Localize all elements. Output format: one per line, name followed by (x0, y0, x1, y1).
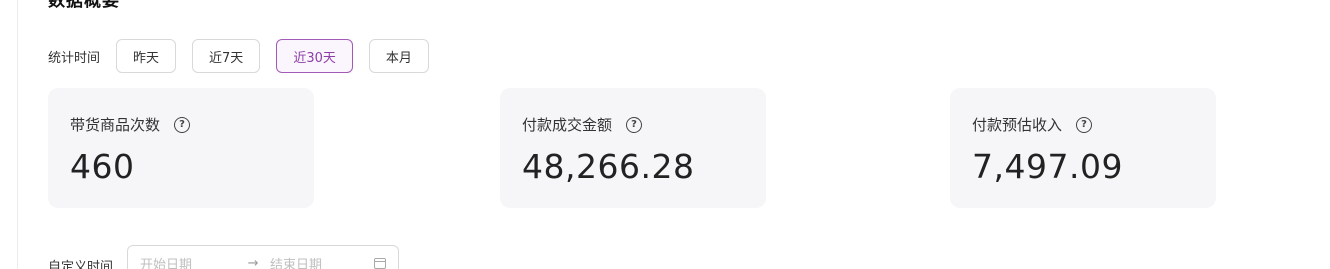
date-range-picker[interactable]: 开始日期 → 结束日期 (127, 245, 400, 269)
calendar-icon[interactable] (374, 257, 387, 269)
stat-card-value: 7,497.09 (972, 147, 1123, 186)
stat-card-value: 48,266.28 (522, 147, 695, 186)
tab-this-month[interactable]: 本月 (368, 39, 429, 73)
range-separator: → (247, 255, 259, 269)
stat-card-title: 带货商品次数 ? (70, 114, 292, 135)
left-divider (17, 0, 18, 269)
stat-card-estimated-income: 付款预估收入 ? 7,497.09 (950, 88, 1216, 208)
start-date-input[interactable]: 开始日期 (140, 254, 236, 269)
tab-last-7-days[interactable]: 近7天 (192, 39, 261, 73)
question-circle-icon[interactable]: ? (174, 116, 191, 133)
time-filter-label: 统计时间 (48, 50, 101, 66)
stat-card-title: 付款预估收入 ? (972, 114, 1194, 135)
stat-card-title: 付款成交金额 ? (522, 114, 744, 135)
custom-time-row: 自定义时间 开始日期 → 结束日期 (48, 245, 400, 269)
page: 数据概要 统计时间 昨天 近7天 近30天 本月 带货商品次数 ? 460 付款… (0, 0, 1330, 269)
question-circle-icon[interactable]: ? (626, 116, 643, 133)
stat-card-paid-amount: 付款成交金额 ? 48,266.28 (500, 88, 766, 208)
tab-yesterday[interactable]: 昨天 (116, 39, 177, 73)
stat-card-value: 460 (70, 147, 135, 186)
stat-card-label: 带货商品次数 (70, 116, 161, 134)
stat-card-label: 付款成交金额 (522, 116, 613, 134)
section-title: 数据概要 (48, 0, 120, 11)
tab-last-30-days[interactable]: 近30天 (276, 39, 353, 73)
custom-time-label: 自定义时间 (48, 260, 114, 269)
stat-card-product-count: 带货商品次数 ? 460 (48, 88, 314, 208)
time-filter-row: 统计时间 昨天 近7天 近30天 本月 (48, 38, 445, 74)
end-date-input[interactable]: 结束日期 (270, 254, 374, 269)
question-circle-icon[interactable]: ? (1076, 116, 1093, 133)
stat-card-label: 付款预估收入 (972, 116, 1063, 134)
